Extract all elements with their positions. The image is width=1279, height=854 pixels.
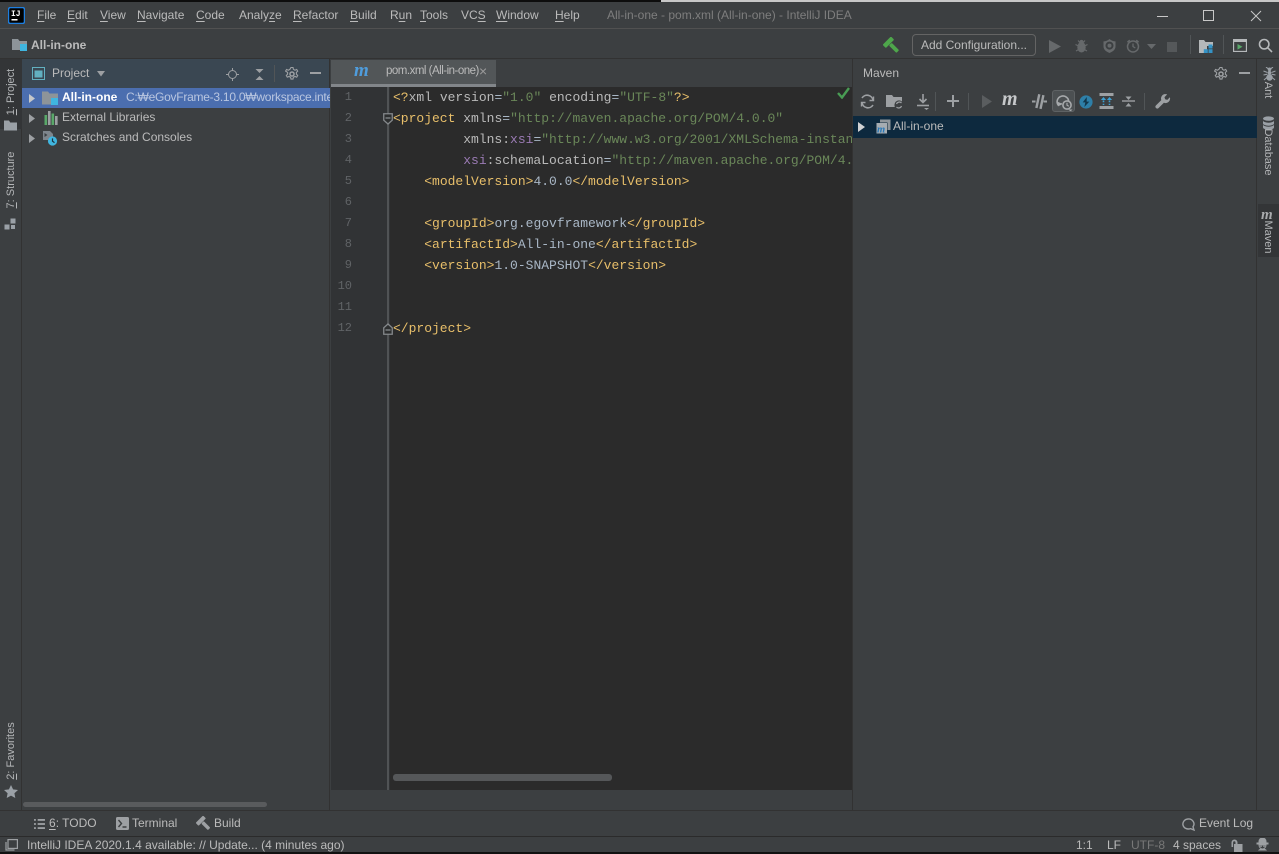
svg-text:m: m [877, 125, 885, 136]
svg-text:IJ: IJ [11, 10, 21, 19]
